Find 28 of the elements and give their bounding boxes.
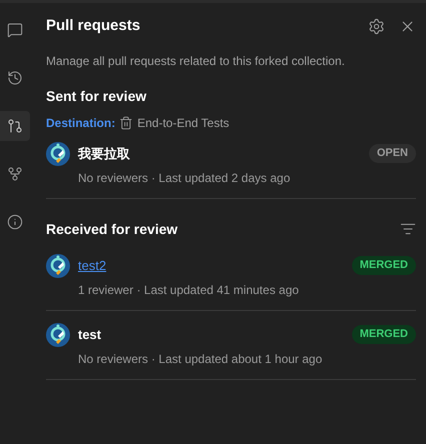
panel-title: Pull requests [46,16,140,36]
avatar-icon [46,254,70,278]
history-icon [7,70,23,86]
destination-name: End-to-End Tests [137,114,230,132]
info-icon [7,214,23,230]
panel-description: Manage all pull requests related to this forked collection. [46,52,346,70]
filter-button[interactable] [400,221,416,237]
status-badge: MERGED [352,325,416,344]
avatar-icon [46,322,70,346]
pull-request-link[interactable]: test2 [78,256,106,276]
avatar-icon [46,142,70,166]
settings-button[interactable] [368,18,385,35]
filter-icon [400,221,416,237]
destination-label: Destination: [46,114,116,132]
pull-request-title: test [78,326,102,344]
sidebar-tab[interactable] [0,111,30,141]
pull-request-title: 我要拉取 [78,144,130,163]
pull-request-icon [7,118,23,134]
fork-icon [7,166,23,182]
comment-icon [7,22,23,38]
settings-icon [368,18,385,35]
section-heading: Sent for review [46,86,148,106]
pull-request-meta: No reviewers · Last updated 2 days ago [78,170,292,186]
status-badge: MERGED [352,256,416,275]
pull-request-meta: No reviewers · Last updated about 1 hour ago [78,350,324,368]
section-heading: Received for review [46,220,178,238]
pull-request-meta: 1 reviewer · Last updated 41 minutes ago [78,282,300,298]
status-badge: OPEN [368,144,416,163]
